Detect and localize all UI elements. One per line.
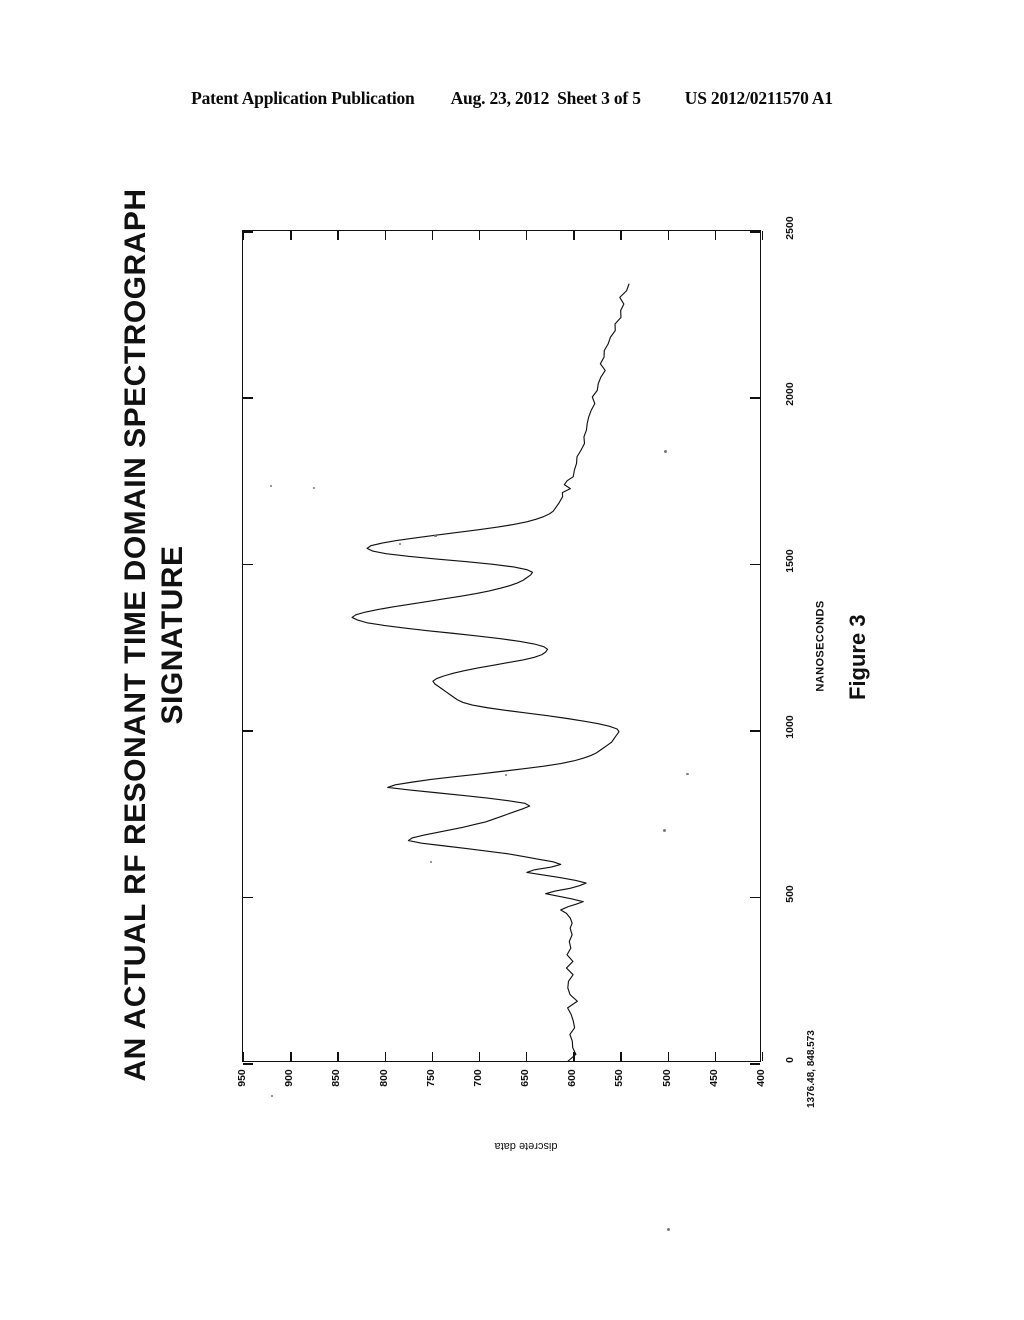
discrete-data-tick xyxy=(478,1052,481,1061)
scan-speck xyxy=(270,485,272,487)
figure-block: AN ACTUAL RF RESONANT TIME DOMAIN SPECTR… xyxy=(0,0,1024,1320)
nanoseconds-tick xyxy=(750,231,760,233)
discrete-data-tick-label: 700 xyxy=(471,1069,484,1087)
x-axis-label: NANOSECONDS xyxy=(814,600,827,692)
nanoseconds-tick xyxy=(750,563,760,566)
scan-speck xyxy=(664,450,667,453)
discrete-data-tick xyxy=(620,1052,622,1061)
discrete-data-tick xyxy=(526,1052,528,1061)
discrete-data-tick xyxy=(243,1052,245,1061)
discrete-data-tick-label: 650 xyxy=(519,1069,532,1087)
nanoseconds-tick xyxy=(750,896,760,899)
discrete-data-tick-label: 850 xyxy=(330,1069,343,1087)
discrete-data-tick xyxy=(714,231,717,240)
nanoseconds-tick-label: 500 xyxy=(784,884,796,903)
discrete-data-tick xyxy=(337,231,339,240)
plot-area xyxy=(242,230,764,1065)
nanoseconds-tick xyxy=(243,730,253,732)
nanoseconds-tick xyxy=(750,397,760,399)
chart-title: AN ACTUAL RF RESONANT TIME DOMAIN SPECTR… xyxy=(118,189,228,1082)
nanoseconds-tick-label: 2500 xyxy=(784,216,796,240)
corner-annotation: 1376.48, 848.573 xyxy=(806,1030,817,1108)
discrete-data-tick xyxy=(337,1052,339,1061)
nanoseconds-tick xyxy=(243,896,253,899)
scan-speck xyxy=(430,861,432,863)
discrete-data-tick-label: 900 xyxy=(283,1069,296,1087)
nanoseconds-tick-label: 1500 xyxy=(784,549,796,573)
discrete-data-tick-label: 550 xyxy=(613,1069,626,1087)
scan-speck xyxy=(663,829,666,832)
scan-speck xyxy=(505,774,507,776)
discrete-data-tick-label: 800 xyxy=(377,1069,390,1087)
nanoseconds-tick xyxy=(750,730,760,732)
discrete-data-tick xyxy=(762,231,764,240)
patent-drawing-page: Patent Application Publication Aug. 23, … xyxy=(0,0,1024,1320)
discrete-data-tick xyxy=(667,1052,670,1061)
discrete-data-tick-label: 400 xyxy=(755,1069,767,1087)
scan-speck xyxy=(271,1095,273,1097)
figure-caption: Figure 3 xyxy=(845,614,870,700)
discrete-data-tick xyxy=(431,231,434,240)
discrete-data-tick xyxy=(620,231,622,240)
scan-speck xyxy=(686,773,689,775)
discrete-data-tick xyxy=(667,231,670,240)
discrete-data-tick xyxy=(573,1052,575,1061)
chart-title-line1: AN ACTUAL RF RESONANT TIME DOMAIN SPECTR… xyxy=(119,188,152,1082)
y-axis-label: discrete data xyxy=(494,1140,558,1152)
discrete-data-tick xyxy=(714,1052,717,1061)
scan-speck xyxy=(667,1228,670,1231)
nanoseconds-tick xyxy=(243,231,253,233)
discrete-data-tick xyxy=(762,1052,764,1061)
scan-speck xyxy=(399,543,401,545)
discrete-data-tick xyxy=(290,231,292,240)
discrete-data-tick-label: 450 xyxy=(707,1069,720,1087)
nanoseconds-tick-label: 1000 xyxy=(784,715,796,739)
scan-speck xyxy=(434,535,437,537)
discrete-data-tick xyxy=(526,231,528,240)
discrete-data-tick xyxy=(478,231,481,240)
discrete-data-tick xyxy=(384,231,386,240)
discrete-data-tick xyxy=(384,1052,386,1061)
scan-speck xyxy=(313,487,315,489)
waveform-svg xyxy=(351,283,630,1061)
discrete-data-tick-label: 750 xyxy=(424,1069,437,1087)
discrete-data-tick xyxy=(573,231,575,240)
discrete-data-tick xyxy=(431,1052,434,1061)
discrete-data-tick-label: 950 xyxy=(236,1069,248,1087)
nanoseconds-tick xyxy=(243,397,253,399)
nanoseconds-tick-label: 2000 xyxy=(784,382,796,407)
discrete-data-tick xyxy=(290,1052,292,1061)
nanoseconds-tick-label: 0 xyxy=(784,1057,796,1063)
nanoseconds-tick xyxy=(243,563,253,566)
waveform-trace xyxy=(351,283,630,1061)
discrete-data-tick-label: 500 xyxy=(660,1069,673,1087)
discrete-data-tick-label: 600 xyxy=(566,1069,579,1087)
chart-title-line2: SIGNATURE xyxy=(155,545,189,725)
